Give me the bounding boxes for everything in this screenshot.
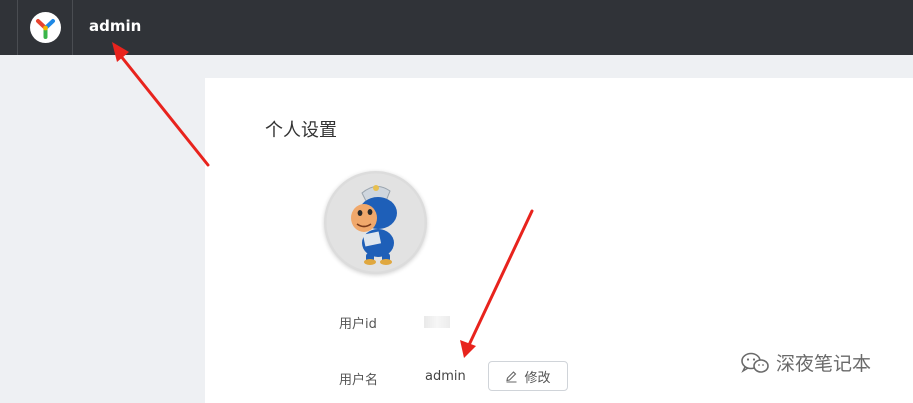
annotation-arrows [112,42,534,358]
arrow-to-header-username [112,42,210,167]
watermark: 深夜笔记本 [740,349,871,376]
wechat-icon [741,352,769,373]
arrow-to-username-value [460,209,534,358]
watermark-text: 深夜笔记本 [776,353,872,375]
